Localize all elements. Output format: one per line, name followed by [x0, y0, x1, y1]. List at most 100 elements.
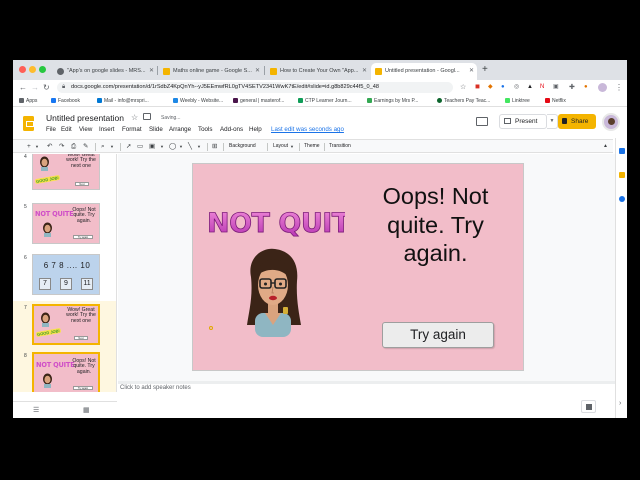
menu-tools[interactable]: Tools: [198, 126, 212, 133]
extension-icon[interactable]: ▣: [553, 82, 559, 93]
reload-icon[interactable]: ↻: [43, 82, 50, 93]
extension-icon[interactable]: ◆: [488, 82, 493, 93]
bookmark-weebly[interactable]: Weebly - Website...: [173, 95, 223, 107]
transition-button[interactable]: Transition: [329, 140, 351, 153]
line-dropdown-icon[interactable]: ▼: [197, 140, 201, 153]
paint-format-icon[interactable]: ✎: [83, 140, 88, 153]
comment-history-icon[interactable]: [476, 117, 488, 126]
menu-help[interactable]: Help: [249, 126, 262, 133]
bitmoji-avatar[interactable]: [241, 247, 305, 337]
browser-tab-active[interactable]: Untitled presentation - Googl... ✕: [371, 63, 477, 80]
calendar-icon[interactable]: [619, 148, 625, 154]
redo-icon[interactable]: ↷: [59, 140, 64, 153]
menu-slide[interactable]: Slide: [149, 126, 163, 133]
document-title[interactable]: Untitled presentation: [46, 113, 124, 123]
keep-icon[interactable]: [619, 172, 625, 178]
tasks-icon[interactable]: [619, 196, 625, 202]
forward-icon[interactable]: →: [31, 82, 39, 93]
bookmark-mail[interactable]: Mail - info@mrspri...: [97, 95, 149, 107]
last-edit-link[interactable]: Last edit was seconds ago: [271, 126, 344, 133]
zoom-dropdown-icon[interactable]: ▼: [110, 140, 114, 153]
layout-button[interactable]: Layout: [273, 140, 288, 153]
star-icon[interactable]: ☆: [131, 113, 138, 122]
image-icon[interactable]: ▣: [149, 140, 155, 153]
browser-menu-icon[interactable]: ⋮: [615, 82, 623, 93]
menu-edit[interactable]: Edit: [61, 126, 72, 133]
move-folder-icon[interactable]: [143, 113, 151, 120]
avatar[interactable]: [602, 113, 620, 131]
not-quite-wordart[interactable]: NOT QUITE: [205, 204, 345, 238]
filmstrip-view-icon[interactable]: ☰: [33, 406, 39, 414]
theme-button[interactable]: Theme: [304, 140, 320, 153]
weebly-icon: [173, 98, 178, 103]
present-button[interactable]: Present: [499, 114, 547, 129]
layout-dropdown-icon[interactable]: ▼: [290, 140, 294, 153]
menu-view[interactable]: View: [79, 126, 92, 133]
bookmark-facebook[interactable]: Facebook: [51, 95, 80, 107]
browser-tab[interactable]: Maths online game - Google S... ✕: [159, 63, 263, 80]
extension-icon[interactable]: ◼: [475, 82, 480, 93]
shape-dropdown-icon[interactable]: ▼: [179, 140, 183, 153]
bookmark-star-icon[interactable]: ☆: [460, 82, 466, 93]
share-button[interactable]: Share: [558, 114, 596, 129]
bookmark-tpt[interactable]: Teachers Pay Teac...: [437, 95, 490, 107]
slide-thumbnail-selected[interactable]: GOOD JOB! Wow! Great work! Try the next …: [32, 304, 100, 345]
tab-close-icon[interactable]: ✕: [469, 63, 474, 80]
try-again-button[interactable]: Try again: [382, 322, 494, 348]
tab-close-icon[interactable]: ✕: [255, 63, 260, 80]
bookmark-earnings[interactable]: Earnings by Mrs P...: [367, 95, 418, 107]
profile-icon[interactable]: [598, 83, 607, 92]
minimize-window-icon[interactable]: [29, 66, 36, 73]
tab-close-icon[interactable]: ✕: [362, 63, 367, 80]
slide-thumbnail[interactable]: NOT QUITE Oops! Not quite. Try again. Tr…: [32, 203, 100, 244]
menu-insert[interactable]: Insert: [99, 126, 114, 133]
new-tab-button[interactable]: +: [482, 62, 488, 78]
slide-canvas[interactable]: NOT QUITE Oops! Not quite. Try again.: [192, 163, 524, 371]
extension-icon[interactable]: ▲: [527, 82, 533, 93]
back-icon[interactable]: ←: [19, 82, 27, 93]
extension-icon[interactable]: ●: [584, 82, 588, 93]
image-dropdown-icon[interactable]: ▼: [160, 140, 164, 153]
slide-thumbnail-selected[interactable]: NOT QUITE Oops! Not quite. Try again. Tr…: [32, 352, 100, 392]
menu-format[interactable]: Format: [122, 126, 142, 133]
line-icon[interactable]: ╲: [188, 140, 192, 153]
present-dropdown-icon[interactable]: ▼: [547, 114, 558, 129]
browser-tab[interactable]: How to Create Your Own "App... ✕: [266, 63, 370, 80]
new-slide-icon[interactable]: +: [27, 140, 31, 153]
explore-icon[interactable]: [581, 400, 596, 413]
bookmark-apps[interactable]: Apps: [19, 95, 37, 107]
slides-logo-icon[interactable]: [23, 116, 34, 131]
extension-icon[interactable]: N: [540, 82, 544, 93]
menu-arrange[interactable]: Arrange: [169, 126, 191, 133]
slide-thumbnail[interactable]: 6 7 8 .... 10 7 9 11: [32, 254, 100, 295]
collapse-toolbar-icon[interactable]: ▲: [603, 140, 608, 153]
shape-icon[interactable]: ◯: [169, 140, 176, 153]
speaker-notes[interactable]: Click to add speaker notes: [118, 384, 615, 418]
grid-view-icon[interactable]: ▦: [83, 406, 90, 414]
bookmark-ctp[interactable]: CTP Learner Journ...: [298, 95, 352, 107]
zoom-window-icon[interactable]: [39, 66, 46, 73]
text-box-icon[interactable]: ▭: [137, 140, 143, 153]
add-comment-icon[interactable]: ⊞: [212, 140, 217, 153]
bookmark-slack[interactable]: general | masterof...: [233, 95, 284, 107]
expand-panel-icon[interactable]: ›: [619, 400, 621, 407]
select-cursor-icon[interactable]: ➚: [126, 140, 131, 153]
zoom-icon[interactable]: ⌕: [101, 140, 105, 153]
menu-file[interactable]: File: [46, 126, 56, 133]
slide-thumbnail[interactable]: GOOD JOB! Wow! Great work! Try the next …: [32, 154, 100, 190]
background-button[interactable]: Background: [229, 140, 256, 153]
extensions-puzzle-icon[interactable]: ✚: [569, 82, 575, 93]
close-window-icon[interactable]: [19, 66, 26, 73]
bookmark-linktree[interactable]: Linktree: [505, 95, 530, 107]
tab-close-icon[interactable]: ✕: [149, 63, 154, 80]
new-slide-dropdown-icon[interactable]: ▼: [35, 140, 39, 153]
print-icon[interactable]: ⎙: [71, 140, 76, 153]
undo-icon[interactable]: ↶: [47, 140, 52, 153]
menu-addons[interactable]: Add-ons: [220, 126, 243, 133]
extension-icon[interactable]: ◎: [514, 82, 519, 93]
browser-tab[interactable]: "App's on google slides - MRS... ✕: [53, 63, 157, 80]
extension-icon[interactable]: ●: [501, 82, 505, 93]
address-bar[interactable]: 🔒︎ docs.google.com/presentation/d/1rSdbZ…: [57, 82, 453, 93]
slide-body-text[interactable]: Oops! Not quite. Try again.: [353, 182, 518, 268]
bookmark-netflix[interactable]: Netflix: [545, 95, 566, 107]
